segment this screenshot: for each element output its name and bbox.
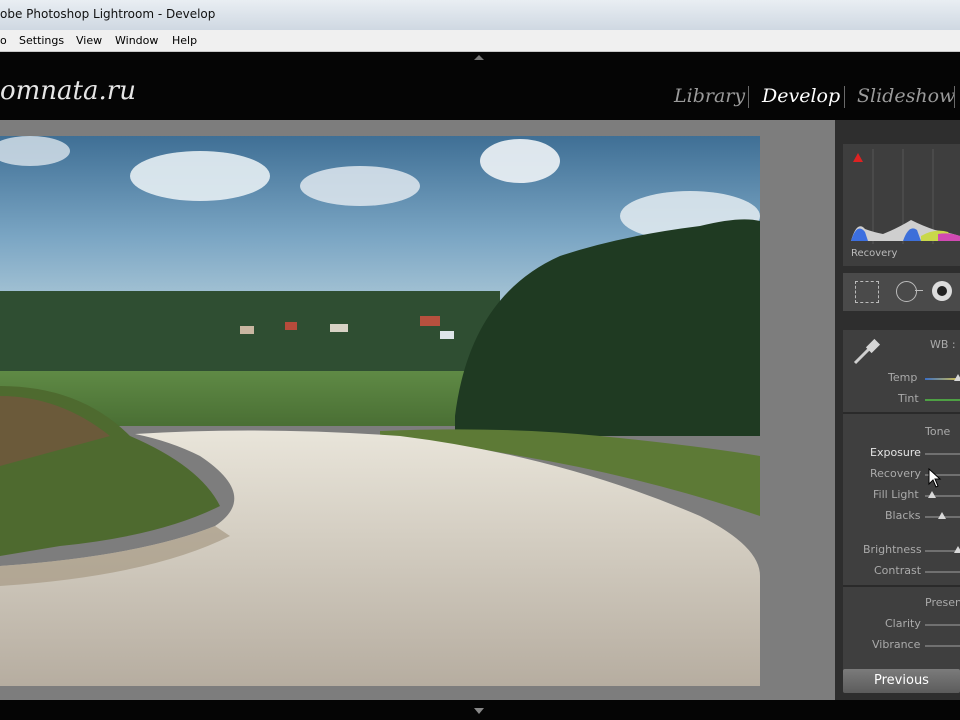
module-develop[interactable]: Develop <box>762 85 840 107</box>
blacks-label: Blacks <box>885 509 921 522</box>
clipping-warning-icon[interactable] <box>853 153 863 162</box>
identity-plate: omnata.ru <box>0 76 136 106</box>
module-separator <box>844 86 845 108</box>
menu-bar: o Settings View Window Help <box>0 30 960 52</box>
module-library[interactable]: Library <box>674 85 745 107</box>
menu-item-settings[interactable]: Settings <box>19 34 64 47</box>
landscape-photo <box>0 136 760 686</box>
vibrance-slider[interactable] <box>925 645 960 647</box>
exposure-slider[interactable] <box>925 453 960 455</box>
fill-light-label: Fill Light <box>873 488 919 501</box>
vibrance-label: Vibrance <box>872 638 921 651</box>
fill-light-slider-thumb[interactable] <box>928 491 936 498</box>
temp-slider-thumb[interactable] <box>954 374 960 381</box>
window-title: obe Photoshop Lightroom - Develop <box>0 7 216 21</box>
contrast-label: Contrast <box>874 564 922 577</box>
tint-slider[interactable] <box>925 399 960 401</box>
contrast-slider[interactable] <box>925 571 960 573</box>
tint-label: Tint <box>898 392 919 405</box>
menu-item-view[interactable]: View <box>76 34 102 47</box>
expand-filmstrip-icon[interactable] <box>474 708 484 714</box>
recovery-label: Recovery <box>870 467 922 480</box>
temp-label: Temp <box>888 371 918 384</box>
clarity-label: Clarity <box>885 617 921 630</box>
blacks-slider-thumb[interactable] <box>938 512 946 519</box>
brightness-label: Brightness <box>863 543 922 556</box>
histogram-readout: Recovery <box>851 248 898 259</box>
module-slideshow[interactable]: Slideshow <box>857 85 955 107</box>
module-separator <box>954 86 955 108</box>
menu-item-window[interactable]: Window <box>115 34 158 47</box>
spot-removal-handle <box>915 290 923 291</box>
tone-label: Tone <box>925 425 951 438</box>
collapse-top-panel-icon[interactable] <box>474 55 484 60</box>
presence-label: Presen <box>925 596 960 609</box>
red-eye-pupil <box>937 286 947 296</box>
clarity-slider[interactable] <box>925 624 960 626</box>
wb-label: WB : <box>930 338 956 351</box>
spot-removal-icon[interactable] <box>896 281 917 302</box>
red-eye-icon[interactable] <box>932 281 952 301</box>
module-separator <box>748 86 749 108</box>
menu-item-partial[interactable]: o <box>0 34 7 47</box>
brightness-slider-thumb[interactable] <box>954 546 960 553</box>
exposure-label: Exposure <box>870 446 921 459</box>
menu-item-help[interactable]: Help <box>172 34 197 47</box>
section-divider <box>843 585 960 587</box>
previous-button[interactable]: Previous <box>843 669 960 693</box>
section-divider <box>843 412 960 414</box>
mouse-cursor-icon <box>928 468 942 488</box>
crop-overlay-icon[interactable] <box>855 281 879 303</box>
eyedropper-icon[interactable] <box>850 336 882 368</box>
photo-preview[interactable] <box>0 136 760 686</box>
window-title-bar: obe Photoshop Lightroom - Develop <box>0 0 960 30</box>
